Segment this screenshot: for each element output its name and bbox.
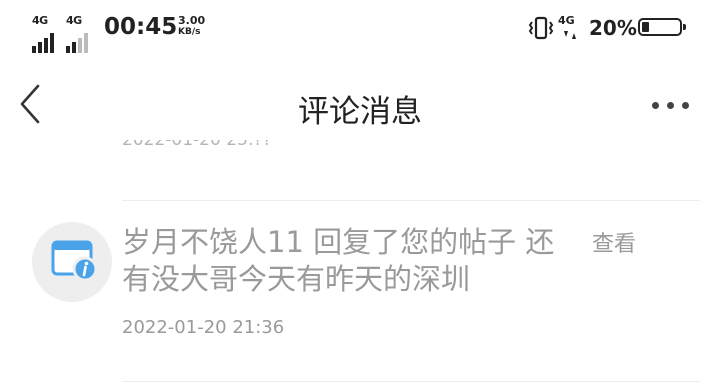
view-button[interactable]: 查看 <box>592 226 636 258</box>
title-bar: 评论消息 <box>0 70 720 140</box>
network-speed-unit: KB/s <box>178 27 201 37</box>
battery-percent: 20% <box>589 16 637 40</box>
message-timestamp: 2022-01-20 21:36 <box>122 317 285 338</box>
network-speed: 3.00 KB/s <box>178 15 214 38</box>
data-arrows-icon <box>564 31 576 39</box>
mobile-data-indicator: 4G <box>558 14 575 27</box>
notification-info-icon <box>51 240 98 282</box>
status-time: 00:45 <box>104 14 178 40</box>
signal-icon <box>66 31 92 53</box>
previous-item-timestamp-text: 2022-01-20 23:?? <box>122 140 272 150</box>
battery-icon <box>638 18 686 36</box>
message-text: 岁月不饶人11 回复了您的帖子 还有没大哥今天有昨天的深圳 <box>122 225 555 296</box>
page-title: 评论消息 <box>298 94 422 130</box>
list-divider <box>122 381 700 382</box>
previous-item-timestamp: 2022-01-20 23:?? <box>122 140 422 157</box>
vibrate-icon <box>528 16 554 40</box>
list-divider <box>122 200 700 201</box>
avatar <box>32 222 112 302</box>
sim2-network-type: 4G <box>66 14 82 27</box>
signal-icon <box>32 31 58 53</box>
status-bar: 4G 4G 00:45 3.00 KB/s 4G 20% <box>0 0 720 58</box>
network-speed-value: 3.00 <box>178 14 206 27</box>
sim1-network-type: 4G <box>32 14 48 27</box>
more-dots-icon[interactable] <box>648 92 692 118</box>
